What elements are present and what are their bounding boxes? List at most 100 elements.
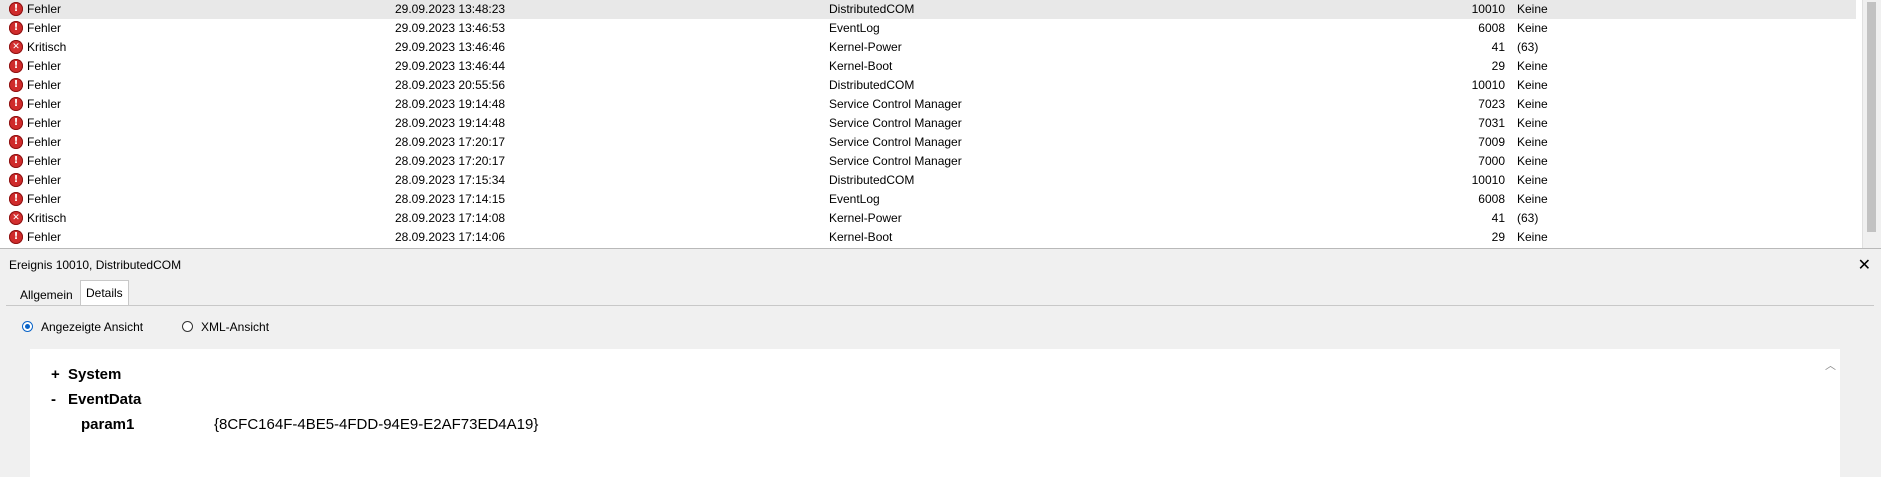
- event-id: 7009: [1478, 135, 1505, 149]
- event-task-category: Keine: [1517, 154, 1548, 168]
- event-source: Service Control Manager: [829, 97, 962, 111]
- error-icon: !: [9, 173, 23, 187]
- event-date: 28.09.2023 17:15:34: [395, 173, 506, 187]
- error-icon: !: [9, 192, 23, 206]
- close-icon[interactable]: ✕: [1858, 255, 1871, 275]
- event-level: Kritisch: [27, 40, 67, 54]
- scroll-up-icon[interactable]: ︿: [1825, 357, 1836, 373]
- event-detail-header: Ereignis 10010, DistributedCOM ✕: [0, 254, 1881, 278]
- event-task-category: Keine: [1517, 230, 1548, 244]
- error-icon: !: [9, 116, 23, 130]
- event-level: Fehler: [27, 21, 62, 35]
- event-source: Kernel-Power: [829, 211, 902, 225]
- event-task-category: Keine: [1517, 59, 1548, 73]
- error-icon: !: [9, 59, 23, 73]
- event-id: 41: [1491, 40, 1505, 54]
- list-scroll-thumb[interactable]: [1867, 2, 1876, 232]
- error-icon: !: [9, 2, 23, 16]
- event-date: 28.09.2023 17:20:17: [395, 154, 506, 168]
- event-row[interactable]: ! Fehler 29.09.2023 13:48:23 DistributedCOM…: [0, 0, 1856, 19]
- event-row[interactable]: ✕ Kritisch 29.09.2023 13:46:46 Kernel-Power…: [0, 38, 1856, 57]
- displayed-view-radio[interactable]: [22, 321, 33, 332]
- event-date: 28.09.2023 17:14:15: [395, 192, 506, 206]
- event-id: 41: [1491, 211, 1505, 225]
- event-date: 29.09.2023 13:48:23: [395, 2, 506, 16]
- error-icon: !: [9, 97, 23, 111]
- system-node[interactable]: System: [68, 366, 121, 383]
- event-source: EventLog: [829, 21, 880, 35]
- event-level: Fehler: [27, 135, 62, 149]
- event-list: ! Fehler 29.09.2023 13:48:23 DistributedCOM…: [0, 0, 1881, 249]
- displayed-view-label: Angezeigte Ansicht: [41, 320, 144, 334]
- event-task-category: Keine: [1517, 173, 1548, 187]
- event-row[interactable]: ! Fehler 28.09.2023 20:55:56 DistributedCOM…: [0, 76, 1856, 95]
- tab-details[interactable]: Details: [80, 280, 129, 306]
- critical-icon: ✕: [9, 211, 23, 225]
- event-source: Service Control Manager: [829, 116, 962, 130]
- event-level: Fehler: [27, 59, 62, 73]
- error-icon: !: [9, 230, 23, 244]
- event-source: EventLog: [829, 192, 880, 206]
- event-row[interactable]: ! Fehler 28.09.2023 17:14:06 Kernel-Boot 29 K…: [0, 228, 1856, 247]
- event-date: 28.09.2023 17:14:08: [395, 211, 506, 225]
- param-value: {8CFC164F-4BE5-4FDD-94E9-E2AF73ED4A19}: [214, 416, 539, 433]
- param-name: param1: [81, 416, 135, 433]
- event-detail-view: + System - EventData param1 {8CFC164F-4B…: [30, 349, 1840, 477]
- event-task-category: Keine: [1517, 135, 1548, 149]
- event-row[interactable]: ! Fehler 28.09.2023 17:15:34 DistributedCOM…: [0, 171, 1856, 190]
- event-row[interactable]: ! Fehler 28.09.2023 19:14:48 Service Contro…: [0, 95, 1856, 114]
- event-id: 6008: [1478, 192, 1505, 206]
- event-row[interactable]: ! Fehler 28.09.2023 19:14:48 Service Contro…: [0, 114, 1856, 133]
- event-source: DistributedCOM: [829, 2, 915, 16]
- event-id: 10010: [1471, 173, 1505, 187]
- error-icon: !: [9, 78, 23, 92]
- details-tab-content: Angezeigte Ansicht XML-Ansicht + System …: [6, 305, 1874, 477]
- event-source: DistributedCOM: [829, 78, 915, 92]
- event-level: Kritisch: [27, 211, 67, 225]
- critical-icon: ✕: [9, 40, 23, 54]
- event-row[interactable]: ✕ Kritisch 28.09.2023 17:14:08 Kernel-Power…: [0, 209, 1856, 228]
- event-level: Fehler: [27, 173, 62, 187]
- tab-strip: Allgemein Details: [0, 280, 1881, 308]
- event-source: Kernel-Power: [829, 40, 902, 54]
- event-level: Fehler: [27, 116, 62, 130]
- event-id: 7023: [1478, 97, 1505, 111]
- event-source: DistributedCOM: [829, 173, 915, 187]
- event-task-category: Keine: [1517, 78, 1548, 92]
- system-expand-toggle[interactable]: +: [51, 366, 60, 383]
- event-row[interactable]: ! Fehler 28.09.2023 17:20:17 Service Contro…: [0, 133, 1856, 152]
- xml-view-label: XML-Ansicht: [201, 320, 270, 334]
- tab-general[interactable]: Allgemein: [14, 283, 79, 307]
- event-row[interactable]: ! Fehler 29.09.2023 13:46:44 Kernel-Boot 29 K…: [0, 57, 1856, 76]
- event-task-category: Keine: [1517, 97, 1548, 111]
- event-source: Kernel-Boot: [829, 230, 893, 244]
- event-date: 28.09.2023 19:14:48: [395, 116, 506, 130]
- view-scrollbar[interactable]: ︿: [1822, 349, 1840, 477]
- error-icon: !: [9, 135, 23, 149]
- event-task-category: Keine: [1517, 21, 1548, 35]
- event-level: Fehler: [27, 97, 62, 111]
- event-date: 28.09.2023 17:20:17: [395, 135, 506, 149]
- event-source: Kernel-Boot: [829, 59, 893, 73]
- event-id: 7000: [1478, 154, 1505, 168]
- xml-view-radio[interactable]: [182, 321, 193, 332]
- event-date: 28.09.2023 20:55:56: [395, 78, 506, 92]
- event-row[interactable]: ! Fehler 29.09.2023 13:46:53 EventLog 6008 Ke…: [0, 19, 1856, 38]
- event-row[interactable]: ! Fehler 28.09.2023 17:20:17 Service Contro…: [0, 152, 1856, 171]
- eventdata-collapse-toggle[interactable]: -: [51, 391, 56, 408]
- event-id: 10010: [1471, 2, 1505, 16]
- event-row[interactable]: ! Fehler 28.09.2023 17:14:15 EventLog 6008 Ke…: [0, 190, 1856, 209]
- event-level: Fehler: [27, 192, 62, 206]
- event-date: 29.09.2023 13:46:44: [395, 59, 506, 73]
- event-source: Service Control Manager: [829, 154, 962, 168]
- list-scrollbar[interactable]: [1862, 0, 1881, 248]
- event-level: Fehler: [27, 230, 62, 244]
- event-date: 29.09.2023 13:46:46: [395, 40, 506, 54]
- event-date: 28.09.2023 19:14:48: [395, 97, 506, 111]
- event-date: 28.09.2023 17:14:06: [395, 230, 506, 244]
- event-id: 6008: [1478, 21, 1505, 35]
- event-date: 29.09.2023 13:46:53: [395, 21, 506, 35]
- event-id: 29: [1491, 230, 1505, 244]
- eventdata-node[interactable]: EventData: [68, 391, 141, 408]
- error-icon: !: [9, 154, 23, 168]
